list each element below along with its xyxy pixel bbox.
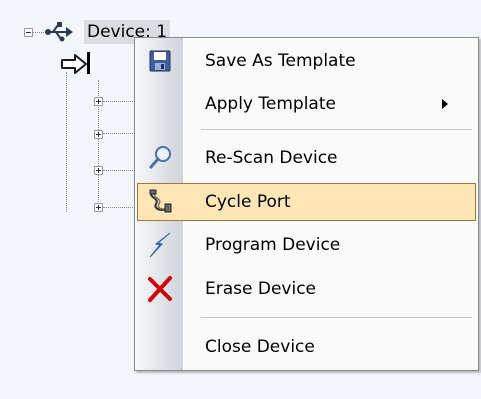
- menu-separator: [201, 129, 472, 130]
- menu-item-label: Erase Device: [205, 279, 317, 299]
- expand-node-toggle[interactable]: [94, 97, 103, 106]
- lightning-icon: [149, 232, 171, 258]
- collapse-device-toggle[interactable]: [24, 28, 33, 37]
- submenu-arrow-icon: [442, 99, 448, 109]
- menu-item-label: Cycle Port: [205, 192, 291, 212]
- tree-connector: [103, 170, 135, 171]
- close-device-menu-item[interactable]: Close Device: [137, 328, 476, 366]
- right-arrow-icon: [61, 54, 87, 74]
- menu-item-label: Close Device: [205, 337, 315, 357]
- apply-template-menu-item[interactable]: Apply Template: [137, 85, 476, 123]
- tree-connector: [66, 72, 67, 212]
- magnifier-icon: [149, 146, 171, 169]
- expand-node-toggle[interactable]: [94, 203, 103, 212]
- program-device-menu-item[interactable]: Program Device: [137, 226, 476, 264]
- tree-connector: [103, 207, 135, 208]
- rescan-device-menu-item[interactable]: Re-Scan Device: [137, 139, 476, 177]
- device-context-menu: Save As Template Apply Template Re-Scan …: [134, 37, 479, 371]
- erase-device-menu-item[interactable]: Erase Device: [137, 270, 476, 308]
- save-as-template-menu-item[interactable]: Save As Template: [137, 42, 476, 80]
- menu-item-label: Re-Scan Device: [205, 148, 338, 168]
- floppy-disk-icon: [149, 50, 171, 72]
- red-x-icon: [148, 276, 172, 302]
- cycle-port-menu-item[interactable]: Cycle Port: [137, 183, 476, 221]
- expand-node-toggle[interactable]: [94, 130, 103, 139]
- usb-icon: [45, 22, 73, 42]
- menu-item-label: Save As Template: [205, 51, 356, 71]
- menu-item-label: Program Device: [205, 235, 341, 255]
- tree-connector: [32, 32, 44, 33]
- menu-separator: [201, 317, 472, 318]
- tree-connector: [103, 101, 135, 102]
- tree-connector: [103, 133, 135, 134]
- menu-item-label: Apply Template: [205, 94, 336, 114]
- expand-node-toggle[interactable]: [94, 166, 103, 175]
- cable-icon: [149, 189, 172, 213]
- child-node-label[interactable]: [87, 52, 90, 74]
